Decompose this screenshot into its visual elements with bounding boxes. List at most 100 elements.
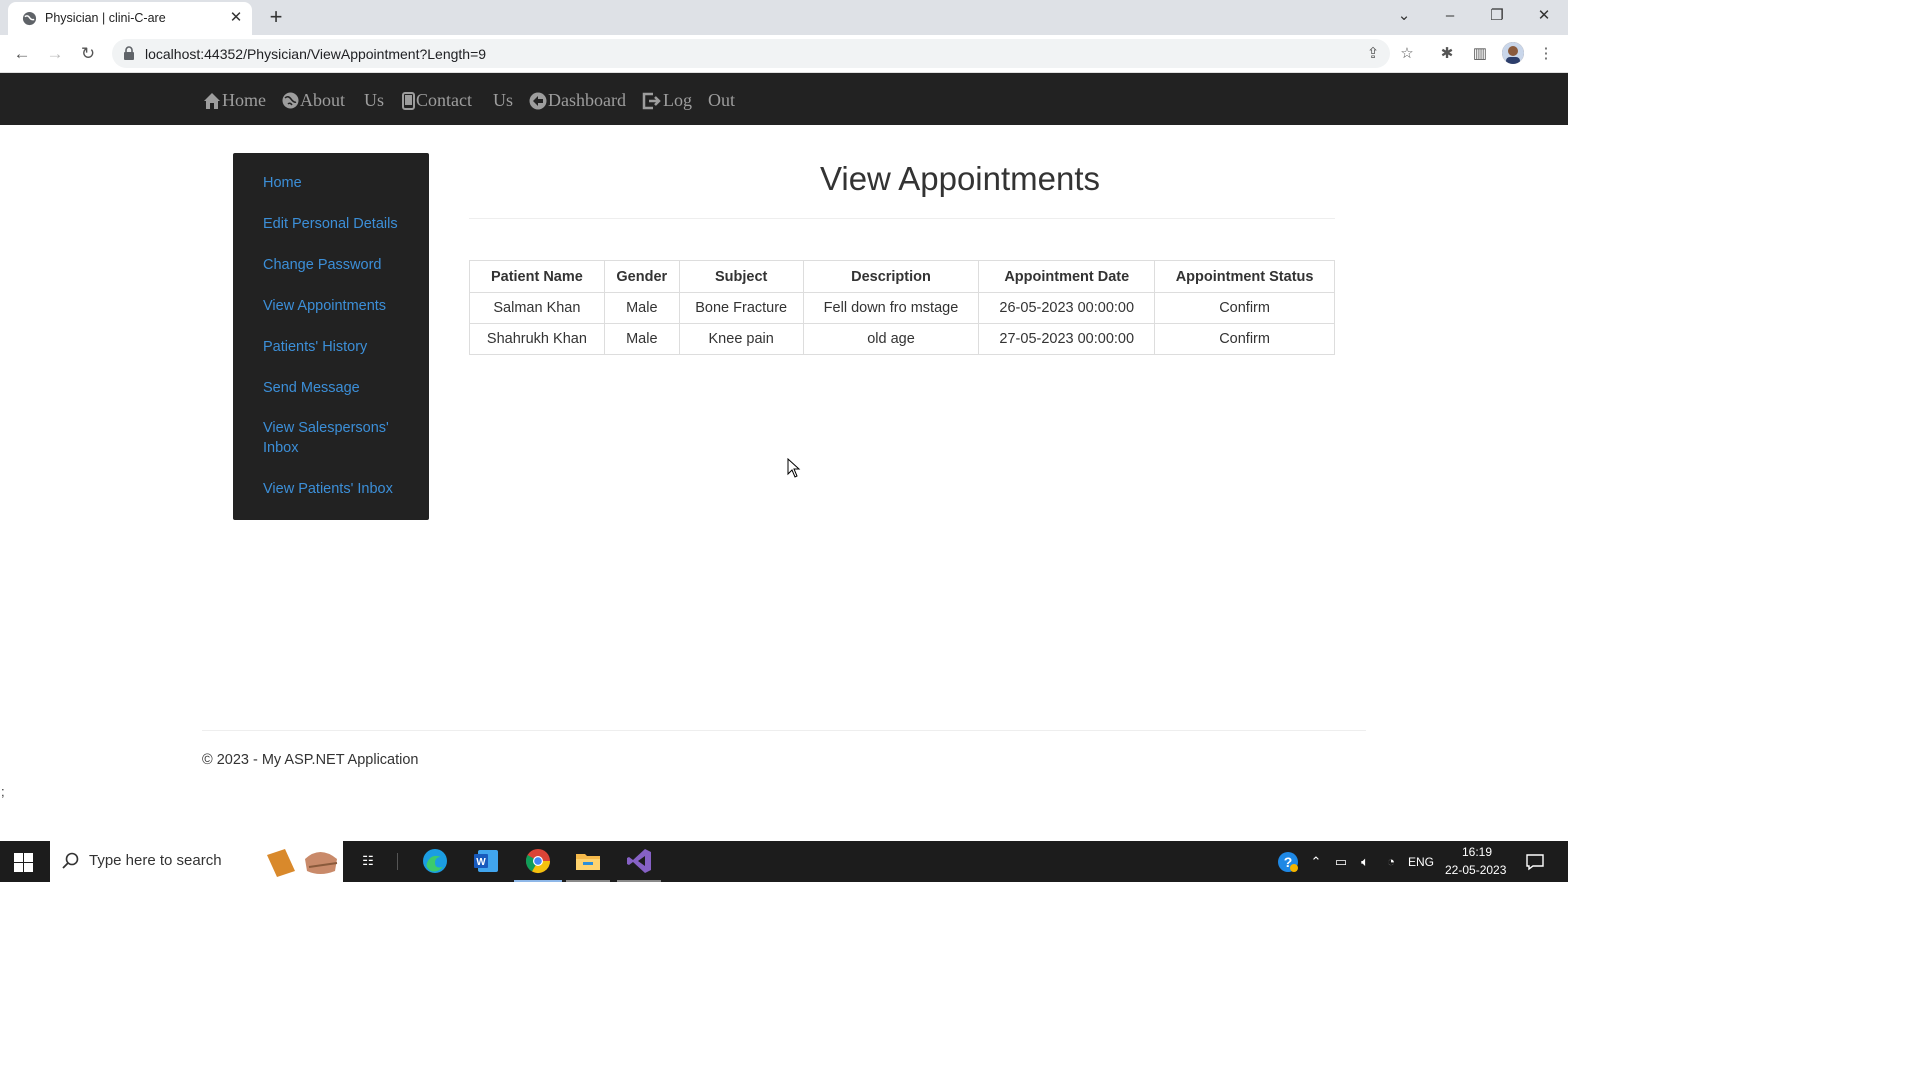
sidebar-item-view-appointments[interactable]: View Appointments [263,296,413,316]
file-explorer-icon[interactable] [574,847,602,875]
browser-menu-icon[interactable]: ⋮ [1535,43,1557,65]
sidebar-item-send-message[interactable]: Send Message [263,378,413,398]
side-panel-icon[interactable]: ▥ [1469,43,1491,65]
browser-tab[interactable]: Physician | clini-C-are ✕ [8,2,252,35]
task-view-icon[interactable]: ☷ [358,852,378,872]
cell-appointment-date: 27-05-2023 00:00:00 [978,323,1156,355]
nav-dashboard-link[interactable]: Dashboard [529,90,626,111]
tab-title: Physician | clini-C-are [45,11,166,25]
globe-icon [282,92,299,109]
cell-patient-name: Shahrukh Khan [469,323,605,355]
nav-contact-us-link[interactable]: Us [493,90,513,111]
arrow-circle-icon [529,92,547,109]
footer-copyright: © 2023 - My ASP.NET Application [202,752,419,768]
reload-icon[interactable]: ↻ [77,43,99,65]
stray-text: ; [1,784,5,799]
chrome-active-indicator [514,880,562,882]
share-icon[interactable]: ⇪ [1364,46,1382,62]
site-navbar: Home About Us Contact Us Dashboard Log O… [0,73,1568,125]
appointments-table: Patient Name Gender Subject Description … [469,260,1335,355]
column-header-appointment-date: Appointment Date [978,260,1156,293]
chrome-icon[interactable] [524,847,552,875]
close-tab-icon[interactable]: ✕ [228,10,244,26]
url-text: localhost:44352/Physician/ViewAppointmen… [145,46,487,62]
tab-search-chevron-icon[interactable]: ⌄ [1390,4,1418,28]
table-row: Shahrukh Khan Male Knee pain old age 27-… [469,323,1335,355]
table-header-row: Patient Name Gender Subject Description … [469,260,1335,293]
visual-studio-open-indicator [617,880,661,882]
back-arrow-icon[interactable]: ← [11,43,33,65]
sidebar-item-change-password[interactable]: Change Password [263,255,413,275]
taskbar-search[interactable]: Type here to search [50,841,343,882]
sidebar-item-patients-history[interactable]: Patients' History [263,337,413,357]
page-title: View Appointments [819,160,1101,197]
phone-icon [402,91,415,110]
title-divider [469,218,1335,219]
restore-icon[interactable]: ❐ [1483,4,1511,28]
nav-contact-link[interactable]: Contact [402,90,472,111]
cell-patient-name: Salman Khan [469,292,605,324]
nav-logout-link[interactable]: Log [642,90,692,111]
lock-icon [124,46,134,60]
address-bar[interactable]: localhost:44352/Physician/ViewAppointmen… [112,39,1390,68]
edge-browser-icon[interactable] [421,847,449,875]
windows-start-icon[interactable] [14,853,33,872]
cell-gender: Male [603,292,680,324]
cell-appointment-status: Confirm [1154,292,1335,324]
cell-subject: Bone Fracture [678,292,804,324]
globe-favicon-icon [22,11,37,26]
sidebar-item-view-salespersons-inbox[interactable]: View Salespersons' Inbox [263,418,413,458]
clock-time[interactable]: 16:19 [1462,845,1492,859]
sidebar-item-home[interactable]: Home [263,173,413,193]
profile-avatar-icon [1502,42,1524,64]
table-row: Salman Khan Male Bone Fracture Fell down… [469,292,1335,324]
svg-text:W: W [476,857,486,868]
column-header-subject: Subject [678,260,804,293]
help-icon[interactable]: ? [1277,851,1299,873]
nav-about-link[interactable]: About [282,90,345,111]
cell-description: old age [802,323,980,355]
search-highlight-art-icon [267,849,338,877]
new-tab-icon[interactable]: + [265,6,287,28]
network-icon[interactable]: ◔ [1382,853,1400,871]
battery-icon[interactable]: ▭ [1332,853,1350,871]
notifications-icon[interactable] [1525,852,1545,872]
cell-gender: Male [603,323,680,355]
profile-avatar[interactable] [1502,42,1524,64]
column-header-patient-name: Patient Name [469,260,605,293]
column-header-description: Description [802,260,980,293]
minimize-icon[interactable]: – [1436,4,1464,28]
cell-appointment-date: 26-05-2023 00:00:00 [978,292,1156,324]
forward-arrow-icon[interactable]: → [44,43,66,65]
nav-home-link[interactable]: Home [203,90,266,111]
word-icon[interactable]: W [472,847,500,875]
browser-toolbar: ← → ↻ localhost:44352/Physician/ViewAppo… [0,35,1568,73]
taskbar-search-placeholder: Type here to search [89,852,222,869]
column-header-gender: Gender [603,260,680,293]
browser-tabstrip: Physician | clini-C-are ✕ + ⌄ – ❐ ✕ [0,0,1568,35]
sidebar-item-edit-personal-details[interactable]: Edit Personal Details [263,214,413,234]
windows-taskbar: Type here to search ☷ W ? ⌃ ▭ 🔈︎ ◔ ENG 1… [0,841,1568,882]
search-icon [62,852,79,869]
cell-subject: Knee pain [678,323,804,355]
cell-appointment-status: Confirm [1154,323,1335,355]
nav-logout-out-link[interactable]: Out [708,90,735,111]
mouse-cursor-icon [787,458,801,478]
home-icon [204,92,220,109]
close-window-icon[interactable]: ✕ [1530,4,1558,28]
footer-divider [202,730,1366,731]
nav-about-us-link[interactable]: Us [364,90,384,111]
volume-icon[interactable]: 🔈︎ [1356,853,1374,871]
column-header-appointment-status: Appointment Status [1154,260,1335,293]
chevron-up-icon[interactable]: ⌃ [1307,853,1325,871]
taskbar-divider [397,853,398,870]
clock-date[interactable]: 22-05-2023 [1445,863,1506,877]
sidebar-item-view-patients-inbox[interactable]: View Patients' Inbox [263,479,413,499]
extensions-puzzle-icon[interactable]: ✱ [1436,43,1458,65]
bookmark-star-icon[interactable]: ☆ [1396,43,1418,65]
cell-description: Fell down fro mstage [802,292,980,324]
logout-icon [642,92,661,109]
language-indicator[interactable]: ENG [1408,855,1434,869]
sidebar: Home Edit Personal Details Change Passwo… [233,153,429,520]
visual-studio-icon[interactable] [625,847,653,875]
